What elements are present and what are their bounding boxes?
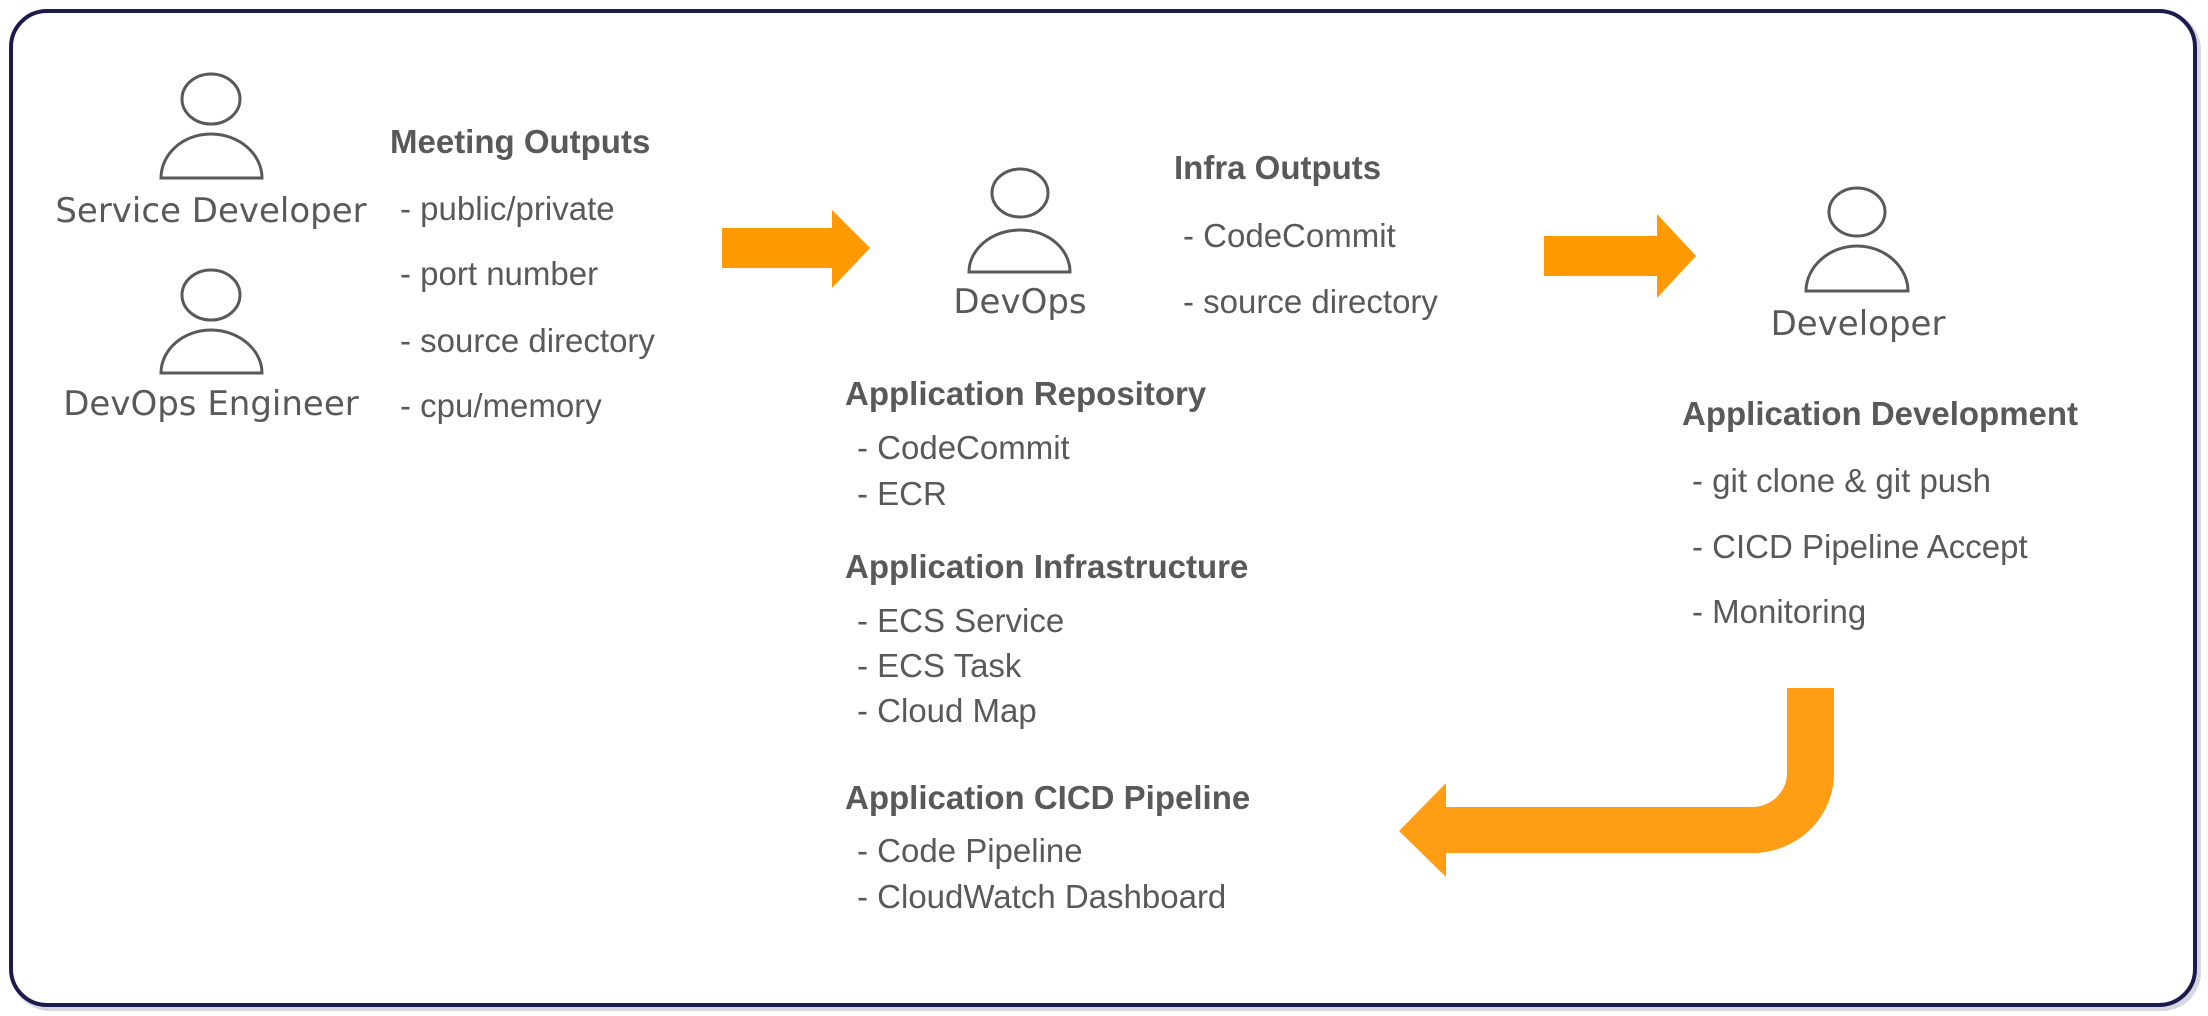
actor-label: Developer <box>1771 304 1946 344</box>
section-title: Application Development <box>1682 395 2078 432</box>
list-item: - ECS Service <box>857 602 1064 639</box>
list-item: - CodeCommit <box>857 429 1070 466</box>
list-item: - source directory <box>400 322 655 359</box>
list-item: - source directory <box>1183 283 1438 320</box>
list-item: - Monitoring <box>1692 593 1866 630</box>
section-title: Meeting Outputs <box>390 123 650 160</box>
list-item: - Code Pipeline <box>857 832 1083 869</box>
list-item: - ECR <box>857 475 947 512</box>
section-title: Infra Outputs <box>1174 149 1381 186</box>
list-item: - git clone & git push <box>1692 462 1991 499</box>
list-item: - cpu/memory <box>400 387 602 424</box>
workflow-diagram: Service Developer DevOps Engineer Meetin… <box>9 9 2201 1011</box>
list-item: - ECS Task <box>857 647 1022 684</box>
section-title: Application CICD Pipeline <box>845 779 1250 816</box>
section-title: Application Infrastructure <box>845 548 1248 585</box>
list-item: - CloudWatch Dashboard <box>857 878 1226 915</box>
diagram-frame <box>9 9 2197 1007</box>
list-item: - public/private <box>400 190 615 227</box>
list-item: - port number <box>400 255 598 292</box>
section-title: Application Repository <box>845 375 1207 412</box>
list-item: - Cloud Map <box>857 692 1037 729</box>
actor-label: DevOps <box>953 282 1086 322</box>
list-item: - CICD Pipeline Accept <box>1692 528 2028 565</box>
actor-label: Service Developer <box>55 191 366 231</box>
actor-label: DevOps Engineer <box>63 384 359 424</box>
list-item: - CodeCommit <box>1183 217 1396 254</box>
